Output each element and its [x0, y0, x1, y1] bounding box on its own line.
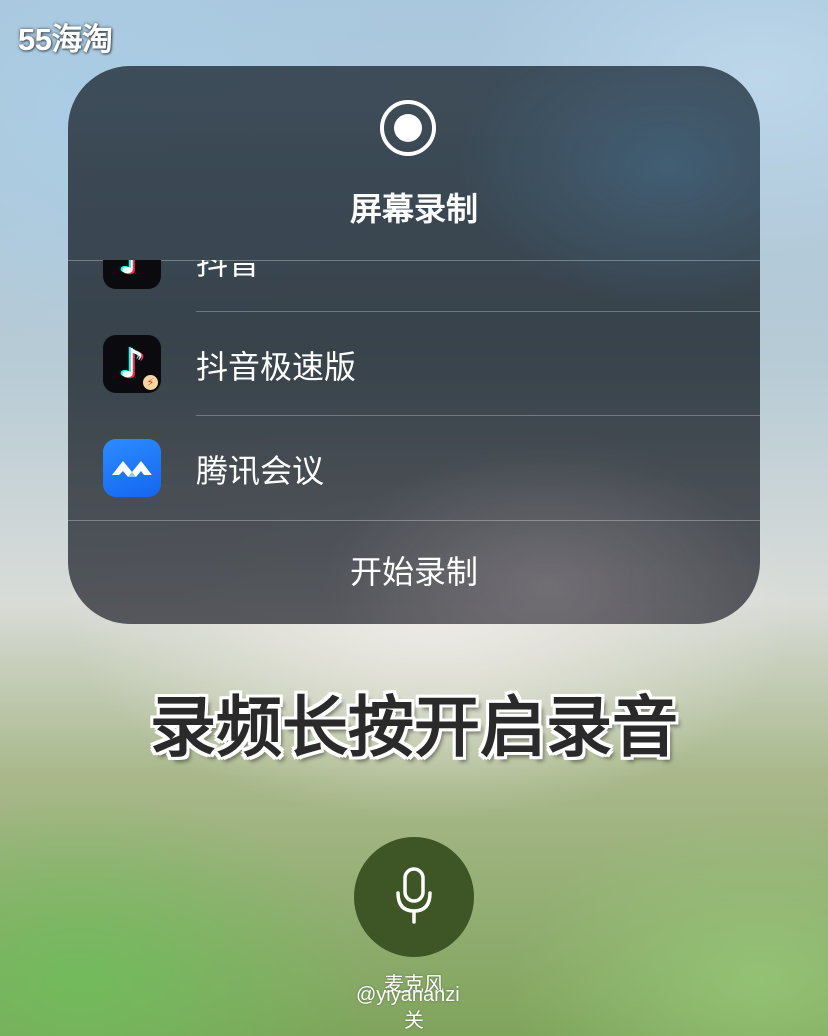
watermark-logo: 55海淘: [18, 22, 113, 57]
list-item-douyin-lite[interactable]: ♪ ⚡ 抖音极速版: [68, 312, 760, 416]
microphone-state: 关: [404, 1008, 424, 1032]
credit-watermark: @yiyananzi: [356, 984, 460, 1006]
list-item-douyin[interactable]: ♪ 抖音: [68, 260, 760, 312]
list-item-label: 抖音极速版: [196, 348, 357, 386]
tiktok-icon: ♪: [103, 260, 161, 289]
list-item-label: 腾讯会议: [196, 452, 325, 490]
start-recording-button[interactable]: 开始录制: [68, 521, 760, 624]
caption-overlay: 录频长按开启录音: [150, 689, 678, 766]
screen-recording-screen: 55海淘 屏幕录制 ♪ 抖音 ♪ ⚡ 抖音极速版 腾讯会议 开始录制 录频长按开…: [0, 0, 828, 1036]
lightning-badge-icon: ⚡: [143, 375, 158, 390]
panel-title: 屏幕录制: [349, 190, 478, 228]
screen-recording-panel: 屏幕录制 ♪ 抖音 ♪ ⚡ 抖音极速版 腾讯会议 开始录制: [68, 66, 760, 624]
tiktok-lite-icon: ♪ ⚡: [103, 335, 161, 393]
tencent-meeting-icon: [103, 439, 161, 497]
list-item-tencent-meeting[interactable]: 腾讯会议: [68, 416, 760, 520]
microphone-toggle-button[interactable]: [354, 837, 474, 957]
record-icon: [380, 100, 436, 156]
list-item-label: 抖音: [196, 260, 261, 282]
microphone-icon: [396, 867, 432, 924]
app-list[interactable]: ♪ 抖音 ♪ ⚡ 抖音极速版 腾讯会议: [68, 260, 760, 520]
